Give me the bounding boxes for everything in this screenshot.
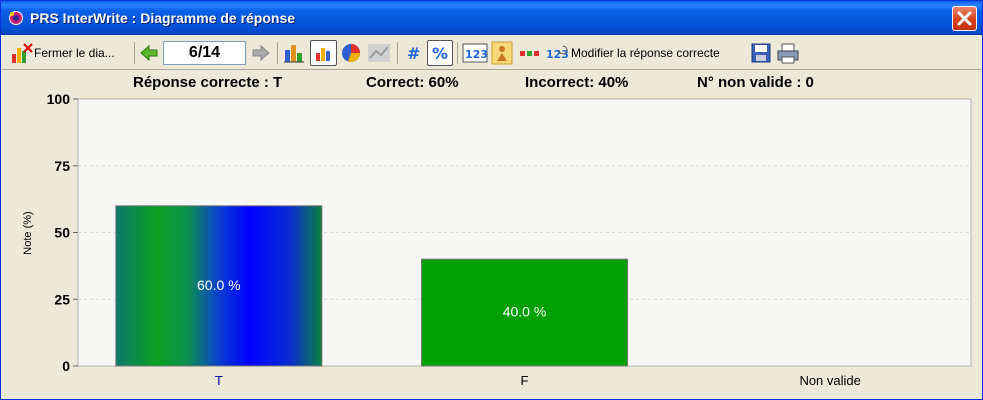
window-title: PRS InterWrite : Diagramme de réponse bbox=[30, 10, 296, 26]
bar-value-label: 60.0 % bbox=[197, 277, 241, 293]
line-chart-button[interactable] bbox=[367, 40, 391, 66]
invalid-count-text: N° non valide : 0 bbox=[697, 74, 814, 91]
teacher-icon bbox=[491, 41, 513, 65]
close-window-button[interactable] bbox=[952, 6, 977, 31]
modify-answer-button[interactable]: 123 Modifier la réponse correcte bbox=[545, 40, 720, 66]
svg-text:%: % bbox=[432, 44, 448, 63]
y-tick-label: 50 bbox=[54, 225, 70, 241]
y-tick-label: 75 bbox=[54, 158, 70, 174]
y-tick-label: 25 bbox=[54, 291, 70, 307]
pie-chart-icon bbox=[342, 44, 360, 63]
numbers-123-icon: 123 bbox=[462, 43, 488, 63]
title-bar[interactable]: PRS InterWrite : Diagramme de réponse bbox=[1, 1, 982, 35]
print-icon bbox=[777, 43, 799, 64]
save-button[interactable] bbox=[750, 40, 772, 66]
y-axis: 0 25 50 75 100 bbox=[47, 93, 78, 374]
count-button[interactable]: # bbox=[403, 40, 423, 66]
save-icon bbox=[751, 43, 771, 63]
toolbar-separator bbox=[277, 42, 278, 64]
bar-chart-icon bbox=[284, 45, 304, 63]
response-chart: 0 25 50 75 100 Note (%) 60.0 % 40.0 % T F Non v… bbox=[1, 93, 983, 400]
incorrect-percent-text: Incorrect: 40% bbox=[525, 74, 629, 91]
show-numbers-button[interactable]: 123 bbox=[462, 40, 488, 66]
app-logo-icon bbox=[9, 11, 23, 25]
toolbar-separator bbox=[397, 42, 398, 64]
modify-answer-label: Modifier la réponse correcte bbox=[571, 46, 720, 60]
page-indicator[interactable]: 6/14 bbox=[163, 41, 246, 65]
answer-bars-button[interactable] bbox=[519, 40, 541, 66]
previous-page-button[interactable] bbox=[139, 40, 159, 66]
answer-bars-icon bbox=[520, 51, 539, 56]
svg-text:123: 123 bbox=[546, 48, 569, 61]
y-axis-label: Note (%) bbox=[22, 211, 34, 254]
bar-value-label: 40.0 % bbox=[503, 304, 547, 320]
bar-chart-button[interactable] bbox=[283, 40, 305, 66]
close-chart-icon bbox=[12, 43, 33, 63]
pie-chart-button[interactable] bbox=[340, 40, 362, 66]
y-tick-label: 0 bbox=[62, 358, 70, 374]
svg-text:#: # bbox=[407, 44, 420, 63]
app-window: PRS InterWrite : Diagramme de réponse Fe… bbox=[0, 0, 983, 400]
percent-icon: % bbox=[432, 44, 448, 63]
x-tick-label: F bbox=[521, 373, 529, 388]
svg-text:123: 123 bbox=[465, 48, 488, 61]
next-page-button[interactable] bbox=[251, 40, 271, 66]
correct-answer-text: Réponse correcte : T bbox=[133, 74, 283, 91]
teacher-button[interactable] bbox=[491, 40, 513, 66]
percent-button[interactable]: % bbox=[427, 40, 453, 66]
modify-123-icon: 123 bbox=[546, 45, 569, 61]
response-chart-svg: 0 25 50 75 100 Note (%) 60.0 % 40.0 % T F Non v… bbox=[22, 93, 972, 388]
back-arrow-icon bbox=[140, 44, 158, 62]
line-chart-icon bbox=[368, 44, 390, 62]
count-icon: # bbox=[407, 44, 420, 63]
toolbar: Fermer le dia... 6/14 # % 123 123 Modifi… bbox=[2, 36, 981, 70]
forward-arrow-icon bbox=[252, 44, 270, 62]
toolbar-separator bbox=[134, 42, 135, 64]
close-chart-button[interactable]: Fermer le dia... bbox=[10, 40, 115, 66]
bar-chart-3d-icon bbox=[315, 48, 330, 61]
print-button[interactable] bbox=[776, 40, 800, 66]
toolbar-separator bbox=[457, 42, 458, 64]
correct-percent-text: Correct: 60% bbox=[366, 74, 459, 91]
x-tick-label: Non valide bbox=[799, 373, 860, 388]
x-tick-label: T bbox=[215, 373, 223, 388]
x-axis: T F Non valide bbox=[215, 373, 861, 388]
close-icon bbox=[957, 11, 972, 26]
y-tick-label: 100 bbox=[47, 93, 71, 107]
result-summary: Réponse correcte : T Correct: 60% Incorr… bbox=[1, 74, 983, 94]
bar-chart-3d-button[interactable] bbox=[310, 40, 337, 66]
close-chart-label: Fermer le dia... bbox=[34, 46, 115, 60]
